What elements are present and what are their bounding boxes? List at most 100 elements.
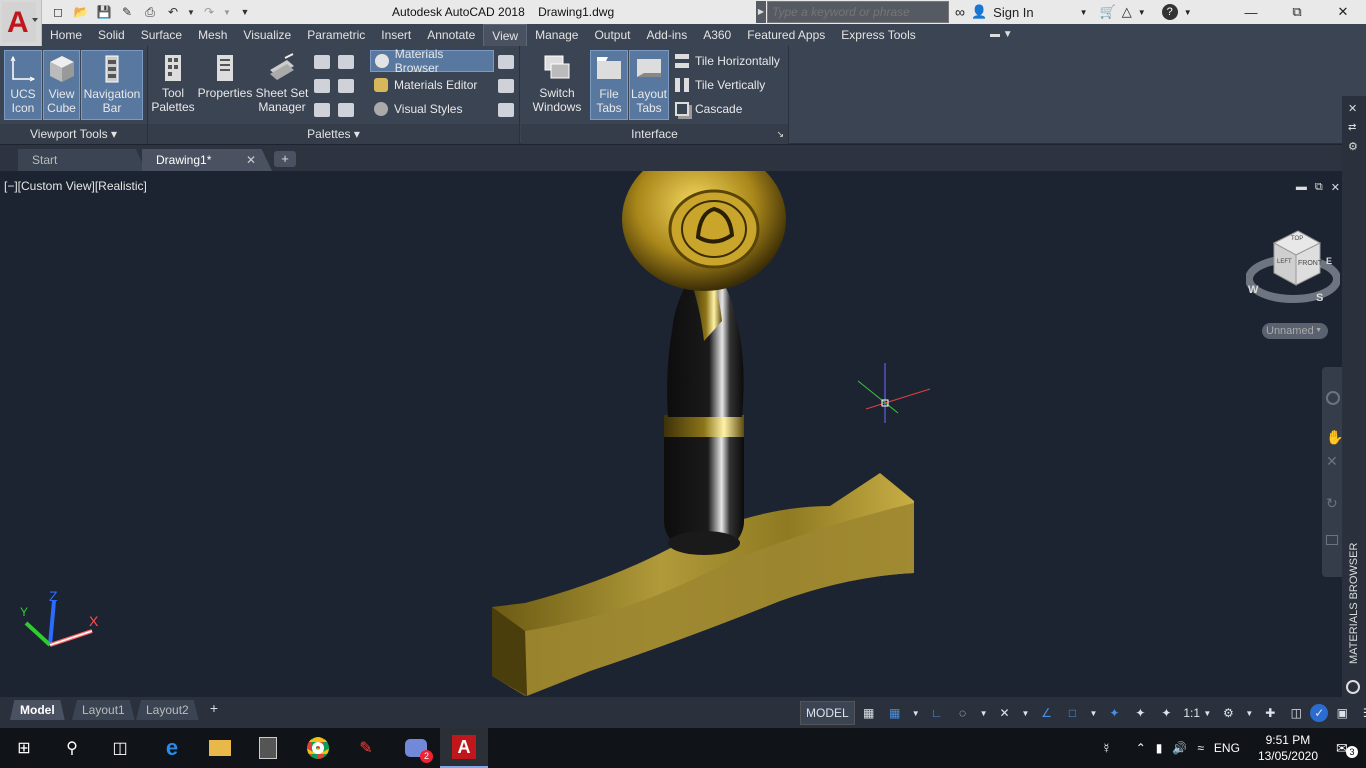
tab-add-ins[interactable]: Add-ins	[639, 24, 696, 46]
new-tab-button[interactable]: +	[274, 151, 296, 167]
tab-layout2[interactable]: Layout2	[136, 700, 199, 720]
drawing-viewport[interactable]: [−][Custom View][Realistic] ▬ ⧉ ✕ TOP LE…	[0, 171, 1342, 697]
file-tabs-button[interactable]: File Tabs	[590, 50, 628, 120]
chrome-icon[interactable]	[294, 728, 342, 768]
quickcalc-icon[interactable]	[314, 55, 330, 69]
polar-tracking-icon[interactable]: ◌	[951, 701, 975, 725]
add-layout-button[interactable]: +	[204, 700, 224, 718]
annotation-visibility-icon[interactable]: ✦	[1102, 701, 1126, 725]
annotation-monitor-icon[interactable]: ✚	[1258, 701, 1282, 725]
customize-status-icon[interactable]: ☰	[1356, 701, 1366, 725]
tab-annotate[interactable]: Annotate	[419, 24, 483, 46]
isodraft-icon[interactable]: ✕	[993, 701, 1017, 725]
save-icon[interactable]: 💾	[94, 3, 114, 21]
tab-manage[interactable]: Manage	[527, 24, 586, 46]
dbconnect-icon[interactable]	[314, 103, 330, 117]
units-icon[interactable]: ◫	[1284, 701, 1308, 725]
undo-dropdown-icon[interactable]: ▼	[186, 3, 196, 21]
tab-mesh[interactable]: Mesh	[190, 24, 235, 46]
search-icon[interactable]: ⚲	[48, 728, 96, 768]
search-input[interactable]	[772, 4, 944, 20]
edge-icon[interactable]: e	[148, 728, 196, 768]
tab-view[interactable]: View	[483, 24, 528, 46]
print-icon[interactable]: ⎙	[140, 3, 160, 21]
render-palette-icon[interactable]	[498, 79, 514, 93]
search-expand-icon[interactable]: ▶	[756, 1, 766, 23]
advanced-render-icon[interactable]	[498, 103, 514, 117]
compass-east[interactable]: E	[1326, 256, 1332, 266]
discord-icon[interactable]: 2	[392, 728, 440, 768]
zoom-icon[interactable]: ✕	[1326, 453, 1338, 470]
network-icon[interactable]: ≈	[1197, 741, 1204, 755]
snap-mode-icon[interactable]: ▦	[883, 701, 907, 725]
external-refs-icon[interactable]	[338, 79, 354, 93]
tab-output[interactable]: Output	[586, 24, 638, 46]
viewport-tools-title[interactable]: Viewport Tools ▾	[0, 124, 147, 144]
close-tab-icon[interactable]: ✕	[246, 149, 256, 171]
compass-west[interactable]: W	[1248, 284, 1258, 296]
tab-drawing1[interactable]: Drawing1* ✕	[142, 149, 272, 171]
paint-icon[interactable]: ✎	[342, 728, 390, 768]
help-dropdown-icon[interactable]: ▼	[1184, 8, 1192, 17]
named-view-dropdown[interactable]: Unnamed ▼	[1262, 323, 1328, 339]
tab-a360[interactable]: A360	[695, 24, 739, 46]
markup-icon[interactable]	[338, 55, 354, 69]
orbit-icon[interactable]: ↻	[1326, 495, 1338, 512]
tab-parametric[interactable]: Parametric	[299, 24, 373, 46]
clock[interactable]: 9:51 PM 13/05/2020	[1258, 732, 1318, 764]
show-hidden-icons[interactable]: ⌃	[1136, 741, 1146, 755]
showmotion-icon[interactable]	[1326, 535, 1338, 545]
visual-styles-button[interactable]: Visual Styles	[370, 98, 466, 120]
tile-vertically-button[interactable]: Tile Vertically	[671, 74, 769, 96]
isodraft-dropdown-icon[interactable]: ▼	[1019, 701, 1033, 725]
a360-icon[interactable]: △	[1122, 4, 1132, 20]
tab-solid[interactable]: Solid	[90, 24, 133, 46]
help-icon[interactable]: ?	[1161, 4, 1178, 20]
calculator-icon[interactable]	[244, 728, 292, 768]
file-explorer-icon[interactable]	[196, 728, 244, 768]
navigation-bar-button[interactable]: Navigation Bar	[81, 50, 143, 120]
steering-wheel-icon[interactable]	[1326, 391, 1340, 405]
design-center-icon[interactable]	[314, 79, 330, 93]
search-box[interactable]	[767, 1, 949, 23]
close-icon[interactable]: ✕	[1320, 0, 1366, 24]
cascade-button[interactable]: Cascade	[671, 98, 746, 120]
autocad-taskbar-icon[interactable]: A	[440, 728, 488, 768]
grid-display-icon[interactable]: ▦	[857, 701, 881, 725]
view-cube-button[interactable]: View Cube	[43, 50, 80, 120]
save-as-icon[interactable]: ✎	[117, 3, 137, 21]
redo-icon[interactable]: ↷	[199, 3, 219, 21]
workspace-dropdown-icon[interactable]: ▼	[1242, 701, 1256, 725]
ribbon-minimize-toggle[interactable]: ▬ ▼	[990, 27, 1020, 43]
dialog-launcher-icon[interactable]: ↘	[776, 124, 784, 144]
tab-visualize[interactable]: Visualize	[235, 24, 299, 46]
palette-close-icon[interactable]: ✕	[1348, 102, 1357, 115]
layout-tabs-button[interactable]: Layout Tabs	[629, 50, 669, 120]
viewcube[interactable]: TOP LEFT FRONT W S E	[1245, 227, 1341, 311]
palettes-title[interactable]: Palettes ▾	[148, 124, 519, 144]
palette-autohide-icon[interactable]: ⇄	[1348, 122, 1356, 133]
tab-layout1[interactable]: Layout1	[72, 700, 135, 720]
polar-dropdown-icon[interactable]: ▼	[977, 701, 991, 725]
open-file-icon[interactable]: 📂	[71, 3, 91, 21]
sign-in-dropdown-icon[interactable]: ▼	[1080, 8, 1088, 17]
volume-icon[interactable]: 🔊	[1172, 741, 1187, 755]
pan-icon[interactable]: ✋	[1326, 429, 1342, 446]
tab-featured-apps[interactable]: Featured Apps	[739, 24, 833, 46]
restore-icon[interactable]: ⧉	[1274, 0, 1320, 24]
ortho-mode-icon[interactable]: ∟	[925, 701, 949, 725]
snap-dropdown-icon[interactable]: ▼	[909, 701, 923, 725]
user-icon[interactable]: 👤	[971, 4, 987, 20]
switch-windows-button[interactable]: Switch Windows	[529, 50, 585, 120]
customize-qat-icon[interactable]: ▼	[235, 3, 255, 21]
palette-material-icon[interactable]	[1346, 680, 1360, 694]
new-file-icon[interactable]: ◻	[48, 3, 68, 21]
materials-editor-button[interactable]: Materials Editor	[370, 74, 481, 96]
isolate-objects-icon[interactable]: ▣	[1330, 701, 1354, 725]
minimize-icon[interactable]: —	[1228, 0, 1274, 24]
sheet-set-manager-button[interactable]: Sheet Set Manager	[254, 50, 310, 120]
binoculars-icon[interactable]: ∞	[955, 4, 965, 20]
tool-palettes-button[interactable]: Tool Palettes	[150, 50, 196, 120]
annotation-scale-icon[interactable]: ✦	[1154, 701, 1178, 725]
layer-palette-icon[interactable]	[338, 103, 354, 117]
